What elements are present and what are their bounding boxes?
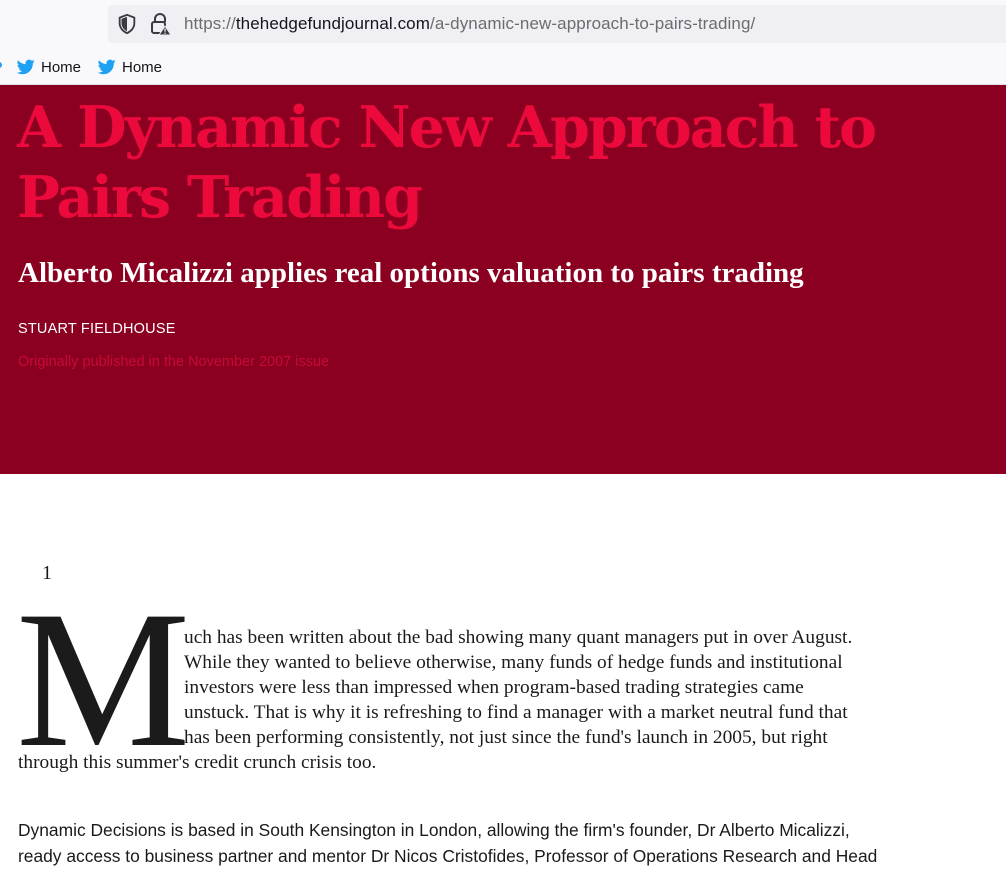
- paragraph-line: unstuck. That is why it is refreshing to…: [184, 702, 848, 723]
- publication-note: Originally published in the November 200…: [18, 354, 330, 370]
- paragraph-line: has been performing consistently, not ju…: [184, 727, 828, 748]
- bookmarks-toolbar: Home Home: [0, 50, 1006, 85]
- title-line-2: Pairs Trading: [17, 164, 423, 231]
- paragraph-line: Dynamic Decisions is based in South Kens…: [18, 820, 850, 840]
- title-line-1: A Dynamic New Approach to: [17, 94, 877, 161]
- twitter-icon: [98, 59, 116, 75]
- article-subtitle: Alberto Micalizzi applies real options v…: [18, 257, 804, 289]
- lock-warning-icon[interactable]: [148, 12, 172, 36]
- url-path: /a-dynamic-new-approach-to-pairs-trading…: [430, 14, 756, 33]
- url-host: thehedgefundjournal.com: [235, 14, 430, 33]
- article-hero: A Dynamic New Approach to Pairs Trading …: [0, 85, 1006, 474]
- paragraph-line: While they wanted to believe otherwise, …: [184, 652, 843, 673]
- bookmark-label: Home: [41, 58, 82, 76]
- bookmark-label: Home: [122, 58, 163, 76]
- url-prefix: https://: [184, 14, 236, 33]
- body-paragraph-1: uch has been written about the bad showi…: [18, 625, 998, 775]
- paragraph-line: investors were less than impressed when …: [184, 677, 804, 698]
- paragraph-line: through this summer's credit crunch cris…: [18, 752, 377, 773]
- article-title: A Dynamic New Approach to Pairs Trading: [17, 93, 917, 233]
- bookmark-home-2[interactable]: Home: [98, 57, 162, 77]
- twitter-icon: [17, 59, 35, 75]
- article-author[interactable]: STUART FIELDHOUSE: [18, 321, 176, 337]
- browser-toolbar: https://thehedgefundjournal.com/a-dynami…: [0, 0, 1006, 50]
- bookmark-home-1[interactable]: Home: [17, 57, 81, 77]
- body-paragraph-2: Dynamic Decisions is based in South Kens…: [18, 817, 998, 869]
- overflow-bookmark-icon[interactable]: [0, 62, 2, 68]
- paragraph-line: uch has been written about the bad showi…: [184, 627, 853, 648]
- url-text[interactable]: https://thehedgefundjournal.com/a-dynami…: [184, 14, 755, 34]
- tracking-protection-shield-icon[interactable]: [116, 13, 138, 35]
- paragraph-line: ready access to business partner and men…: [18, 846, 878, 866]
